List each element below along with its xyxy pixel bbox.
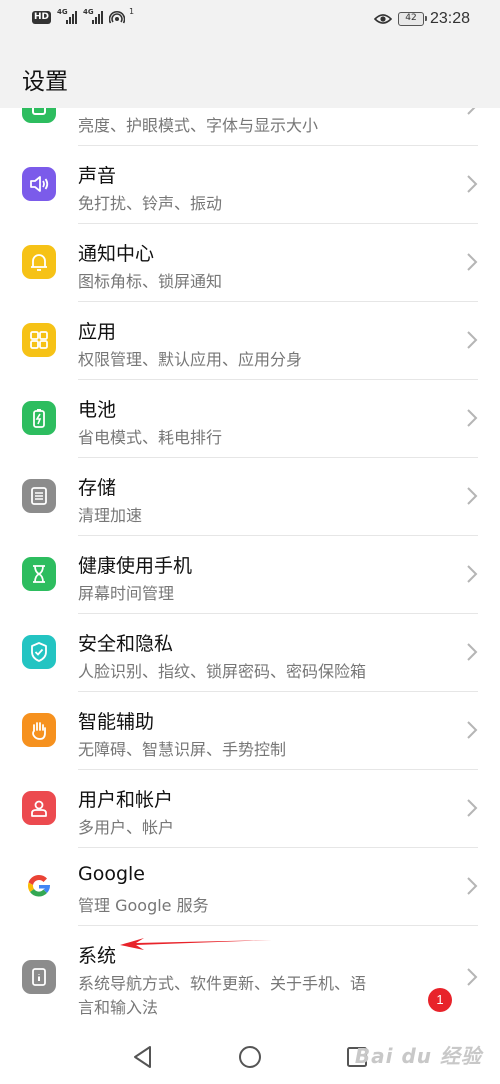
- shield-icon: [22, 635, 56, 669]
- settings-item-title: 通知中心: [78, 243, 155, 265]
- status-right: 42 23:28: [373, 10, 470, 28]
- settings-item-title: 声音: [78, 165, 117, 187]
- hd-indicator: HD: [32, 10, 52, 24]
- chevron-right-icon: [467, 877, 478, 895]
- status-left: HD 4G 4G 1: [32, 6, 136, 24]
- settings-item-subtitle: 省电模式、耗电排行: [78, 428, 223, 447]
- settings-item-subtitle: 无障碍、智慧识屏、手势控制: [78, 740, 287, 759]
- signal-icon-2: 4G: [83, 8, 104, 24]
- chevron-right-icon: [467, 175, 478, 193]
- chevron-right-icon: [467, 409, 478, 427]
- settings-list[interactable]: 亮度、护眼模式、字体与显示大小 声音 免打扰、铃声、振动 通知中心 图标角标、锁…: [0, 108, 500, 1028]
- page-title: 设置: [22, 69, 68, 95]
- chevron-right-icon: [467, 487, 478, 505]
- chevron-right-icon: [467, 565, 478, 583]
- settings-item-title: 用户和帐户: [78, 789, 174, 811]
- settings-item-title: 智能辅助: [78, 711, 155, 733]
- settings-item-battery[interactable]: 电池 省电模式、耗电排行: [0, 380, 500, 458]
- settings-item-title: 应用: [78, 321, 117, 343]
- user-icon: [22, 791, 56, 825]
- chevron-right-icon: [467, 253, 478, 271]
- navigation-bar: Bai du 经验: [0, 1030, 500, 1084]
- chevron-right-icon: [467, 331, 478, 349]
- settings-item-users[interactable]: 用户和帐户 多用户、帐户: [0, 770, 500, 848]
- settings-item-sound[interactable]: 声音 免打扰、铃声、振动: [0, 146, 500, 224]
- hotspot-icon: [109, 10, 126, 24]
- settings-item-subtitle: 管理 Google 服务: [78, 896, 209, 915]
- display-icon: [22, 108, 56, 123]
- settings-item-title: 安全和隐私: [78, 633, 174, 655]
- eye-comfort-icon: [373, 14, 392, 24]
- info-icon: [22, 960, 56, 994]
- chevron-right-icon: [467, 799, 478, 817]
- network-type-label: 4G: [57, 8, 68, 16]
- watermark-logo: Bai du 经验: [354, 1044, 482, 1068]
- chevron-right-icon: [467, 643, 478, 661]
- settings-item-title: 电池: [78, 399, 117, 421]
- signal-icon: 4G: [57, 8, 78, 24]
- settings-item-security[interactable]: 安全和隐私 人脸识别、指纹、锁屏密码、密码保险箱: [0, 614, 500, 692]
- settings-item-google[interactable]: Google 管理 Google 服务: [0, 848, 500, 926]
- battery-indicator: 42: [397, 12, 427, 26]
- settings-item-subtitle: 屏幕时间管理: [78, 584, 175, 603]
- chevron-right-icon: [467, 721, 478, 739]
- settings-item-title: 健康使用手机: [78, 555, 193, 577]
- settings-item-notifications[interactable]: 通知中心 图标角标、锁屏通知: [0, 224, 500, 302]
- annotation-arrow: [120, 938, 272, 950]
- settings-item-subtitle: 系统导航方式、软件更新、关于手机、语: [78, 974, 367, 993]
- chevron-right-icon: [467, 108, 476, 115]
- settings-item-apps[interactable]: 应用 权限管理、默认应用、应用分身: [0, 302, 500, 380]
- status-bar: HD 4G 4G 1 42 23:28: [0, 0, 500, 42]
- settings-item-subtitle-line2: 言和输入法: [78, 998, 159, 1017]
- settings-item-digital-balance[interactable]: 健康使用手机 屏幕时间管理: [0, 536, 500, 614]
- settings-item-subtitle: 权限管理、默认应用、应用分身: [78, 350, 303, 369]
- sound-icon: [22, 167, 56, 201]
- hourglass-icon: [22, 557, 56, 591]
- update-badge: 1: [428, 988, 452, 1012]
- hotspot-count: 1: [129, 6, 135, 16]
- settings-item-subtitle: 亮度、护眼模式、字体与显示大小: [78, 116, 319, 135]
- chevron-right-icon: [467, 968, 478, 986]
- home-icon[interactable]: [237, 1044, 263, 1070]
- settings-item-accessibility[interactable]: 智能辅助 无障碍、智慧识屏、手势控制: [0, 692, 500, 770]
- apps-icon: [22, 323, 56, 357]
- network-type-label-2: 4G: [83, 8, 94, 16]
- storage-icon: [22, 479, 56, 513]
- bell-icon: [22, 245, 56, 279]
- settings-item-subtitle: 多用户、帐户: [78, 818, 175, 837]
- settings-item-subtitle: 人脸识别、指纹、锁屏密码、密码保险箱: [78, 662, 367, 681]
- settings-item-subtitle: 清理加速: [78, 506, 143, 525]
- hand-icon: [22, 713, 56, 747]
- settings-item-subtitle: 图标角标、锁屏通知: [78, 272, 223, 291]
- settings-item-display[interactable]: 亮度、护眼模式、字体与显示大小: [0, 108, 500, 146]
- battery-icon: [22, 401, 56, 435]
- settings-item-storage[interactable]: 存储 清理加速: [0, 458, 500, 536]
- clock: 23:28: [429, 10, 470, 27]
- back-icon[interactable]: [130, 1044, 156, 1070]
- settings-item-title: Google: [78, 863, 146, 885]
- settings-item-title: 存储: [78, 477, 117, 499]
- google-icon: [22, 869, 56, 903]
- settings-item-title: 系统: [78, 945, 117, 967]
- settings-item-subtitle: 免打扰、铃声、振动: [78, 194, 223, 213]
- app-header: 设置: [0, 42, 500, 108]
